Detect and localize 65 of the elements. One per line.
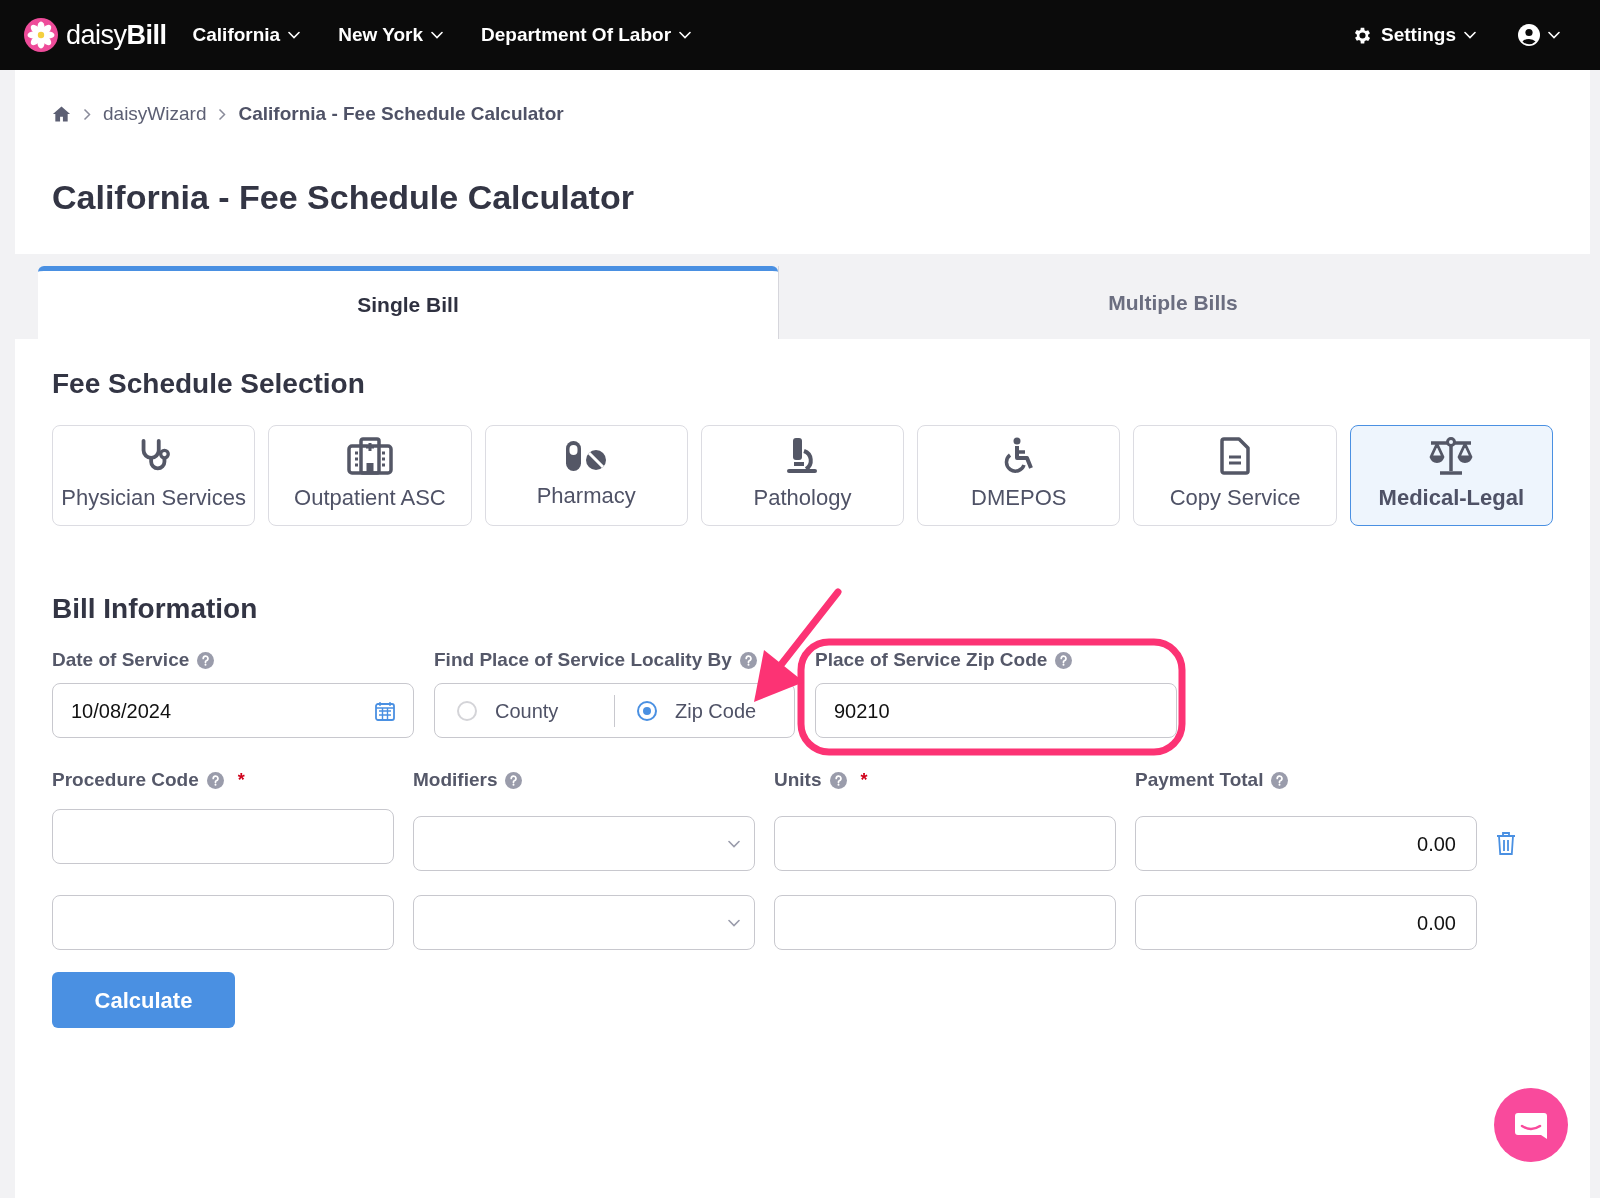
nav-menu[interactable]: New York (338, 20, 443, 50)
field-label: Units (774, 767, 822, 792)
hospital-icon (346, 437, 393, 475)
field-label: Find Place of Service Locality By (434, 647, 732, 672)
user-icon (1518, 24, 1540, 46)
pills-icon (564, 439, 609, 473)
chevron-icon (1464, 31, 1476, 39)
chevron-icon (288, 31, 301, 39)
chevron-icon (679, 31, 692, 39)
chevron-icon (728, 918, 740, 927)
field-label: Date of Service (52, 647, 190, 672)
breadcrumb-link[interactable]: California - Fee Schedule Calculator (238, 100, 564, 129)
scales-icon (1428, 437, 1475, 475)
chat-button[interactable] (1494, 1088, 1568, 1162)
nav-menu[interactable]: California (192, 20, 301, 50)
trash-icon[interactable] (1496, 831, 1516, 856)
help-icon[interactable] (505, 771, 523, 789)
nav-menu[interactable]: Department Of Labor (481, 20, 692, 50)
field-label: Place of Service Zip Code (815, 647, 1048, 672)
input-field[interactable]: 0.00 (1135, 816, 1477, 871)
field-label: Payment Total (1135, 767, 1264, 792)
brand-logo[interactable]: daisyBill (66, 14, 167, 56)
breadcrumb-link[interactable]: daisyWizard (103, 100, 207, 129)
section-heading: Bill Information (52, 592, 259, 626)
document-icon (1220, 437, 1251, 475)
chevron-right-icon (218, 107, 227, 121)
settings-menu[interactable]: Settings (1352, 20, 1476, 50)
calendar-icon[interactable] (375, 700, 395, 721)
fee-schedule-option[interactable]: DMEPOS (917, 425, 1121, 526)
date-field[interactable]: 10/08/2024 (52, 683, 414, 738)
fee-schedule-option[interactable]: Pathology (700, 425, 905, 526)
required-asterisk: * (237, 768, 245, 792)
select-field[interactable] (413, 895, 755, 950)
input-field[interactable]: 90210 (815, 683, 1177, 738)
chevron-icon (1548, 31, 1560, 39)
fee-schedule-option[interactable]: Physician Services (52, 425, 256, 526)
chevron-icon (728, 839, 740, 848)
select-field[interactable] (413, 816, 755, 871)
input-field[interactable]: 0.00 (1135, 895, 1477, 950)
section-heading: Fee Schedule Selection (52, 367, 366, 401)
input-field[interactable] (52, 895, 394, 950)
help-icon[interactable] (1271, 771, 1289, 789)
help-icon[interactable] (197, 651, 215, 669)
help-icon[interactable] (1055, 651, 1073, 669)
input-field[interactable] (774, 895, 1116, 950)
home-icon[interactable] (52, 105, 71, 124)
chevron-right-icon (83, 107, 91, 121)
fee-schedule-option[interactable]: Medical-Legal (1349, 425, 1553, 526)
help-icon[interactable] (206, 771, 224, 789)
field-label: Procedure Code (52, 767, 199, 792)
fee-schedule-option[interactable]: Pharmacy (484, 425, 688, 526)
radio-option[interactable]: County (435, 684, 614, 737)
tab[interactable]: Single Bill (38, 266, 778, 339)
chevron-icon (431, 31, 443, 39)
field-label: Modifiers (413, 767, 498, 792)
required-asterisk: * (860, 768, 868, 792)
fee-schedule-option[interactable]: Copy Service (1133, 425, 1337, 526)
help-icon[interactable] (739, 651, 757, 669)
input-field[interactable] (52, 809, 394, 864)
flower-logo-icon[interactable] (24, 18, 58, 52)
input-field[interactable] (774, 816, 1116, 871)
page-title: California - Fee Schedule Calculator (52, 176, 635, 218)
user-menu[interactable] (1518, 24, 1560, 46)
fee-schedule-option[interactable]: Outpatient ASC (268, 425, 472, 526)
help-icon[interactable] (829, 771, 847, 789)
